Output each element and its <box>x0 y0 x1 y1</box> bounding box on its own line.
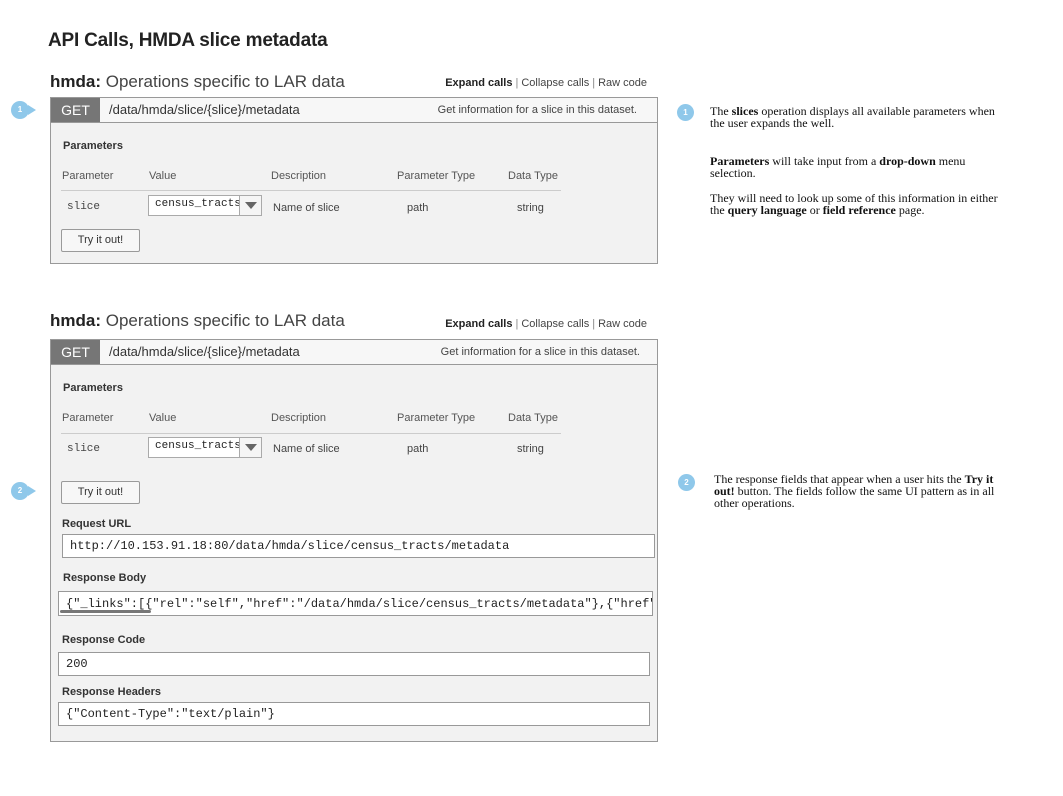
col-value: Value <box>149 170 177 182</box>
section-title-text: Operations specific to LAR data <box>101 72 345 91</box>
note-marker-1: 1 <box>677 104 694 121</box>
request-url-field[interactable]: http://10.153.91.18:80/data/hmda/slice/c… <box>62 534 655 558</box>
param-type: path <box>407 443 429 455</box>
section-header-1: hmda: Operations specific to LAR data Ex… <box>50 72 658 94</box>
expand-calls-link[interactable]: Expand calls <box>445 77 512 89</box>
param-description: Name of slice <box>273 443 340 455</box>
note-line: other operations. <box>714 496 795 510</box>
col-parameter: Parameter <box>62 170 114 182</box>
note-emphasis: drop-down <box>879 154 936 168</box>
slice-select[interactable]: census_tracts <box>148 195 262 216</box>
operation-panel-1: GET /data/hmda/slice/{slice}/metadata Ge… <box>50 97 658 264</box>
annotation-note-2: The response fields that appear when a u… <box>714 473 1014 509</box>
slice-select-value: census_tracts <box>155 440 241 452</box>
col-description: Description <box>271 170 327 182</box>
raw-code-link[interactable]: Raw code <box>598 77 647 89</box>
section-title: hmda: Operations specific to LAR data <box>50 311 345 331</box>
note-text: or <box>806 203 823 217</box>
operation-description: Get information for a slice in this data… <box>437 104 637 116</box>
note-spacer <box>710 129 1030 155</box>
param-description: Name of slice <box>273 202 340 214</box>
operation-panel-2: GET /data/hmda/slice/{slice}/metadata Ge… <box>50 339 658 742</box>
col-parameter-type: Parameter Type <box>397 412 476 424</box>
try-it-out-button[interactable]: Try it out! <box>61 481 140 504</box>
operation-bar[interactable]: GET /data/hmda/slice/{slice}/metadata Ge… <box>51 98 657 123</box>
section-title-text: Operations specific to LAR data <box>101 311 345 330</box>
http-verb-badge: GET <box>51 340 100 364</box>
param-name: slice <box>67 443 101 455</box>
response-headers-label: Response Headers <box>62 686 162 698</box>
col-data-type: Data Type <box>508 412 558 424</box>
param-type: path <box>407 202 429 214</box>
collapse-calls-link[interactable]: Collapse calls <box>521 77 589 89</box>
parameters-heading: Parameters <box>63 382 123 394</box>
raw-code-link[interactable]: Raw code <box>598 318 647 330</box>
table-divider <box>61 190 561 191</box>
parameters-heading: Parameters <box>63 140 123 152</box>
section-links: Expand calls | Collapse calls | Raw code <box>445 77 647 89</box>
note-emphasis: query language <box>727 203 807 217</box>
marker-number: 2 <box>11 482 29 500</box>
marker-pointer <box>28 105 36 115</box>
slice-select[interactable]: census_tracts <box>148 437 262 458</box>
param-name: slice <box>67 201 101 213</box>
link-separator: | <box>592 77 596 89</box>
note-line: selection. <box>710 166 756 180</box>
col-data-type: Data Type <box>508 170 558 182</box>
note-line: the user expands the well. <box>710 116 835 130</box>
response-code-field[interactable]: 200 <box>58 652 650 676</box>
link-separator: | <box>515 318 519 330</box>
param-data-type: string <box>517 202 544 214</box>
operation-bar[interactable]: GET /data/hmda/slice/{slice}/metadata Ge… <box>51 340 657 365</box>
note-text: will take input from a <box>769 154 880 168</box>
response-body-label: Response Body <box>63 572 147 584</box>
section-links: Expand calls | Collapse calls | Raw code <box>445 318 647 330</box>
marker-pointer <box>28 486 36 496</box>
operation-description: Get information for a slice in this data… <box>440 346 640 358</box>
col-description: Description <box>271 412 327 424</box>
selection-highlight <box>60 610 151 613</box>
annotation-marker-2: 2 <box>11 482 36 500</box>
request-url-label: Request URL <box>62 518 132 530</box>
annotation-marker-1: 1 <box>11 101 36 119</box>
chevron-down-icon[interactable] <box>239 438 261 457</box>
operation-path: /data/hmda/slice/{slice}/metadata <box>109 102 300 117</box>
note-line: the query language or field reference pa… <box>710 204 1030 216</box>
http-verb-badge: GET <box>51 98 100 122</box>
section-header-2: hmda: Operations specific to LAR data Ex… <box>50 311 658 333</box>
note-text: the <box>710 203 728 217</box>
response-headers-field[interactable]: {"Content-Type":"text/plain"} <box>58 702 650 726</box>
link-separator: | <box>515 77 519 89</box>
response-code-label: Response Code <box>62 634 146 646</box>
note-text: menu <box>935 154 966 168</box>
operation-path: /data/hmda/slice/{slice}/metadata <box>109 344 300 359</box>
section-title-bold: hmda: <box>50 311 101 330</box>
page-title: API Calls, HMDA slice metadata <box>48 30 328 51</box>
col-parameter-type: Parameter Type <box>397 170 476 182</box>
note-text: page. <box>895 203 925 217</box>
try-it-out-button[interactable]: Try it out! <box>61 229 140 252</box>
collapse-calls-link[interactable]: Collapse calls <box>521 318 589 330</box>
expand-calls-link[interactable]: Expand calls <box>445 318 512 330</box>
slice-select-value: census_tracts <box>155 198 241 210</box>
link-separator: | <box>592 318 596 330</box>
note-emphasis: field reference <box>822 203 896 217</box>
note-marker-2: 2 <box>678 474 695 491</box>
section-title-bold: hmda: <box>50 72 101 91</box>
param-data-type: string <box>517 443 544 455</box>
annotation-note-1: The slices operation displays all availa… <box>710 105 1030 216</box>
note-line: Parameters will take input from a drop-d… <box>710 155 1030 167</box>
table-divider <box>61 433 561 434</box>
chevron-down-icon[interactable] <box>239 196 261 215</box>
col-parameter: Parameter <box>62 412 114 424</box>
col-value: Value <box>149 412 177 424</box>
marker-number: 1 <box>11 101 29 119</box>
section-title: hmda: Operations specific to LAR data <box>50 72 345 92</box>
